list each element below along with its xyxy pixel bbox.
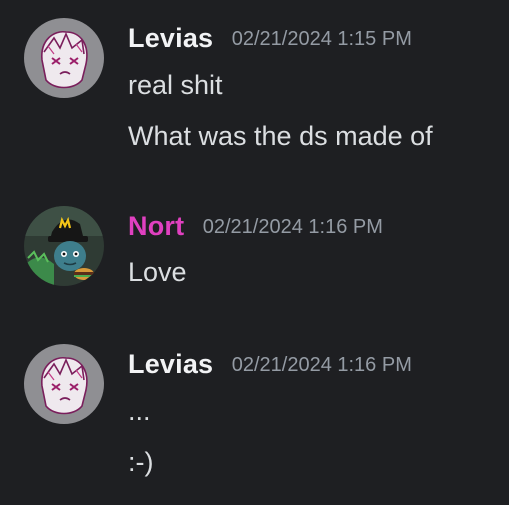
username[interactable]: Nort [128, 211, 184, 241]
message-text: What was the ds made of [128, 121, 433, 151]
message-header: Nort 02/21/2024 1:16 PM [128, 211, 383, 242]
timestamp: 02/21/2024 1:15 PM [231, 28, 412, 50]
timestamp: 02/21/2024 1:16 PM [231, 354, 412, 376]
chat-log: Levias 02/21/2024 1:15 PM real shit What… [0, 0, 509, 505]
message-header: Levias 02/21/2024 1:16 PM [128, 349, 412, 380]
message-text: :-) [128, 447, 154, 477]
nort-avatar-icon[interactable] [24, 206, 104, 286]
username[interactable]: Levias [128, 23, 213, 53]
timestamp: 02/21/2024 1:16 PM [202, 216, 383, 238]
message-text: real shit [128, 70, 223, 100]
message-text: Love [128, 257, 187, 287]
message-text: ... [128, 396, 151, 426]
levias-avatar-icon[interactable] [24, 344, 104, 424]
levias-avatar-icon[interactable] [24, 18, 104, 98]
message-header: Levias 02/21/2024 1:15 PM [128, 23, 412, 54]
username[interactable]: Levias [128, 349, 213, 379]
